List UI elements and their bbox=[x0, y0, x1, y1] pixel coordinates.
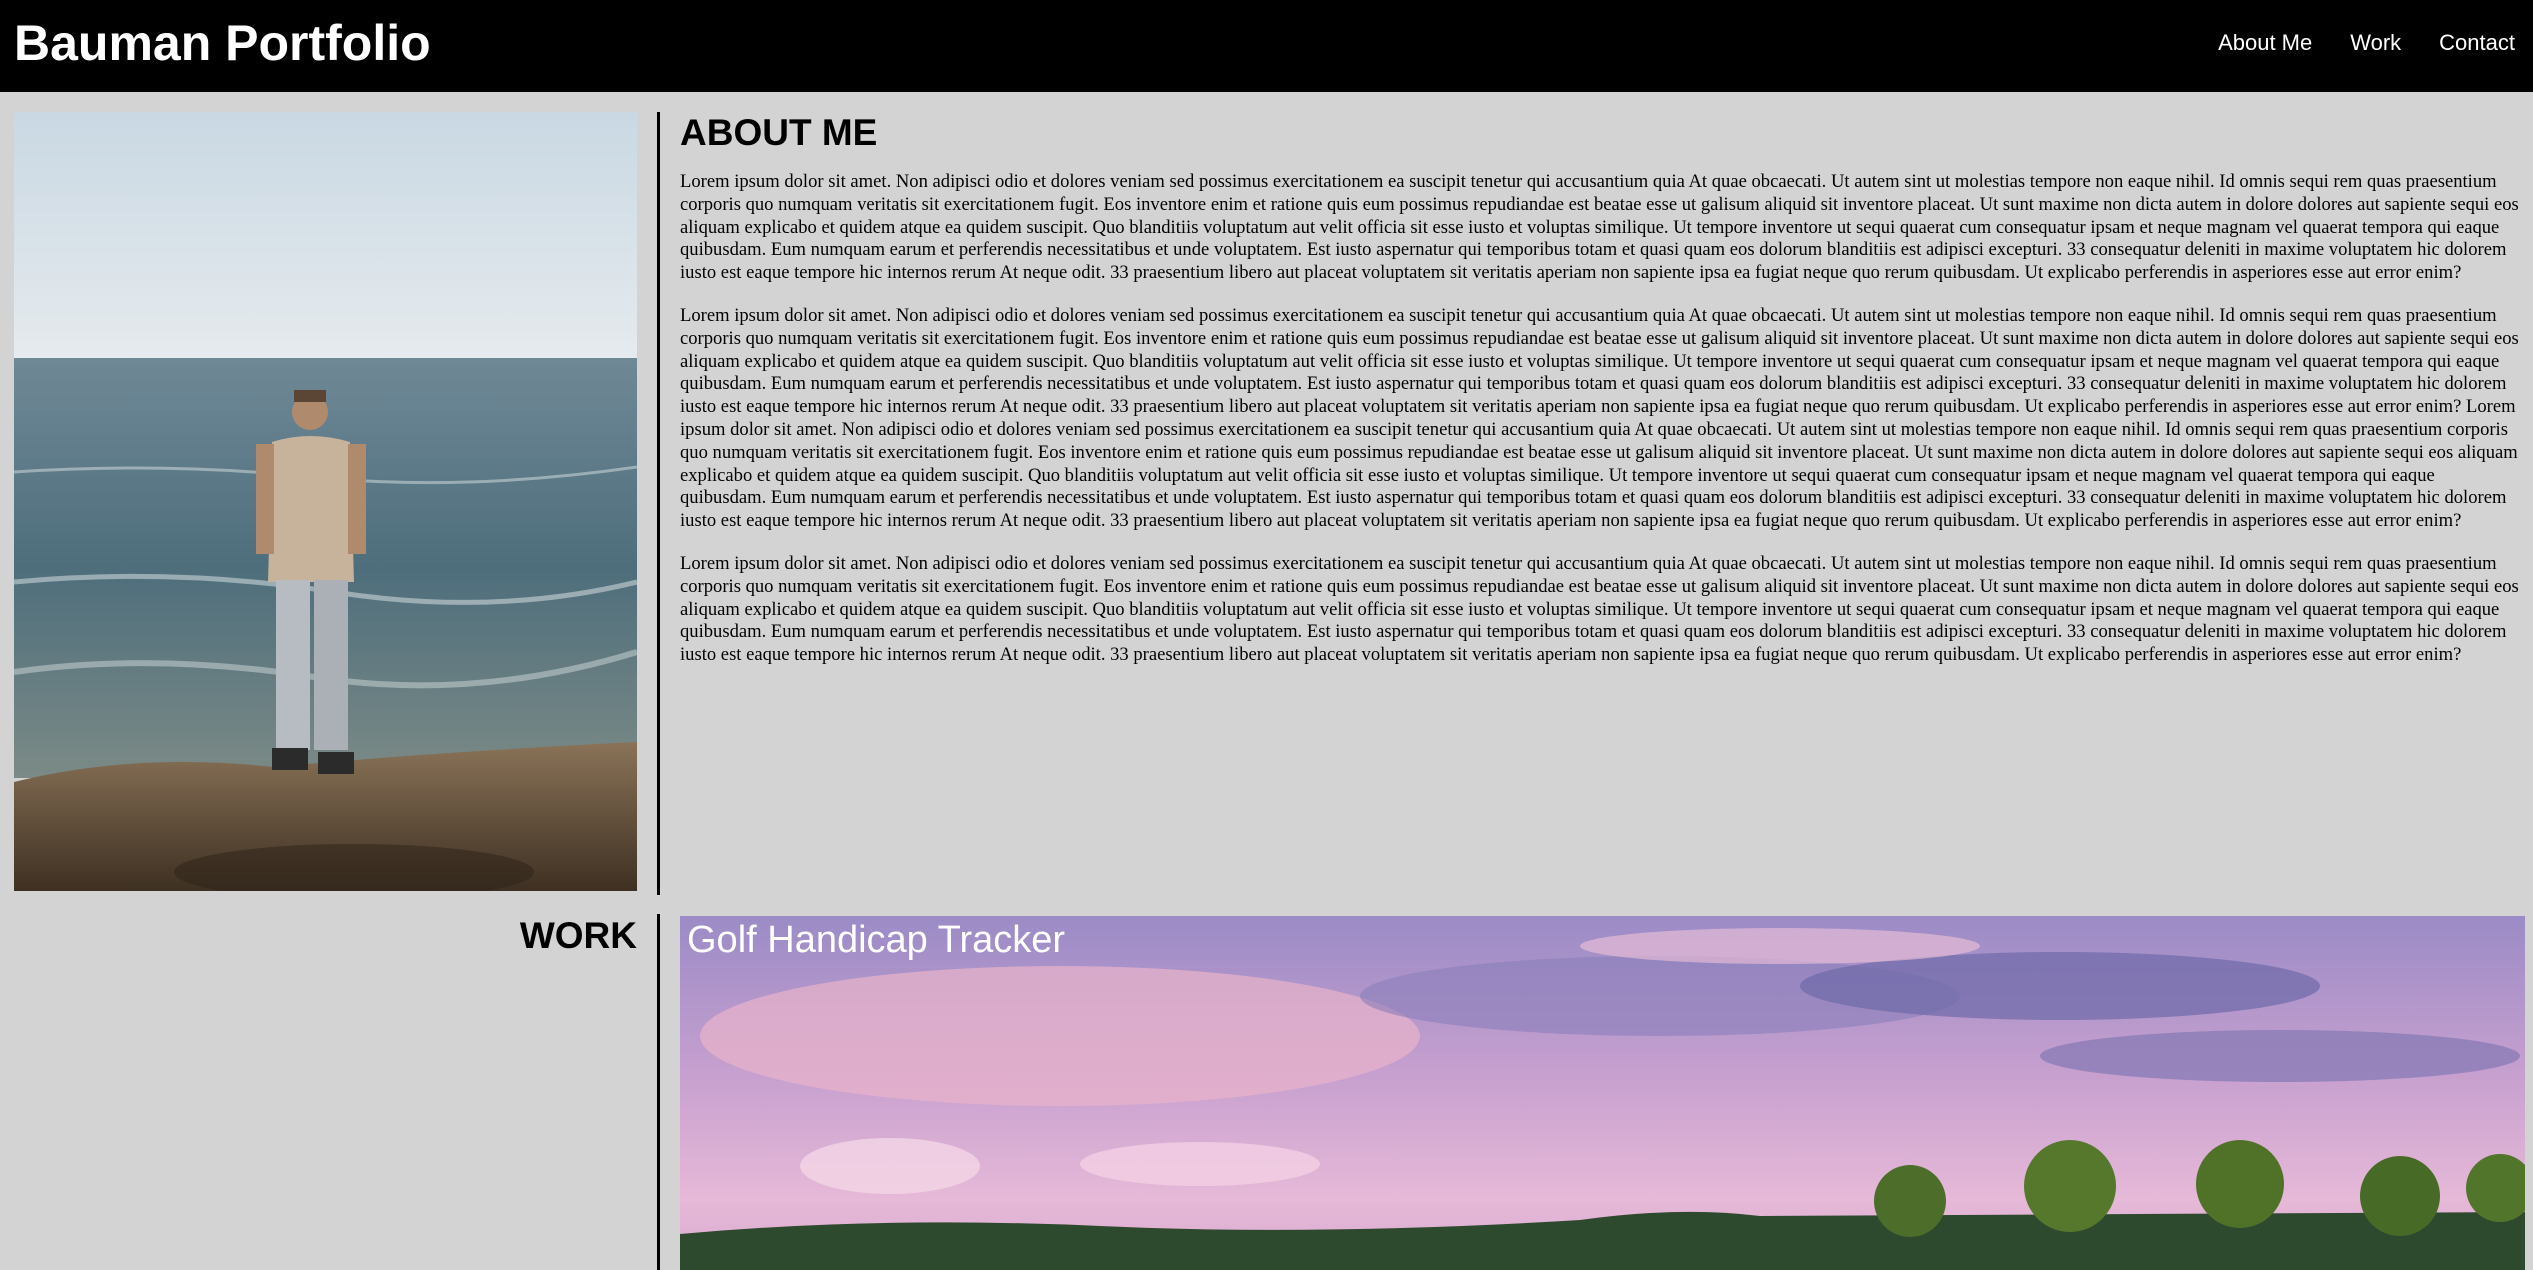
site-title[interactable]: Bauman Portfolio bbox=[14, 12, 431, 74]
about-portrait-image bbox=[14, 112, 637, 891]
about-paragraph: Lorem ipsum dolor sit amet. Non adipisci… bbox=[680, 552, 2519, 666]
about-divider bbox=[657, 112, 660, 895]
about-heading: ABOUT ME bbox=[680, 112, 878, 153]
work-heading: WORK bbox=[519, 915, 637, 956]
work-divider bbox=[657, 914, 660, 1270]
about-text: Lorem ipsum dolor sit amet. Non adipisci… bbox=[680, 171, 2522, 687]
nav-link-contact[interactable]: Contact bbox=[2439, 27, 2515, 59]
project-image-golf-handicap-tracker[interactable] bbox=[680, 916, 2525, 1270]
main-nav: About Me Work Contact bbox=[2180, 27, 2515, 59]
nav-link-about-me[interactable]: About Me bbox=[2218, 27, 2312, 59]
nav-link-work[interactable]: Work bbox=[2350, 27, 2401, 59]
project-title-golf-handicap-tracker[interactable]: Golf Handicap Tracker bbox=[687, 917, 1065, 963]
about-paragraph: Lorem ipsum dolor sit amet. Non adipisci… bbox=[680, 304, 2519, 532]
site-header: Bauman Portfolio About Me Work Contact bbox=[0, 0, 2533, 92]
about-paragraph: Lorem ipsum dolor sit amet. Non adipisci… bbox=[680, 171, 2519, 284]
